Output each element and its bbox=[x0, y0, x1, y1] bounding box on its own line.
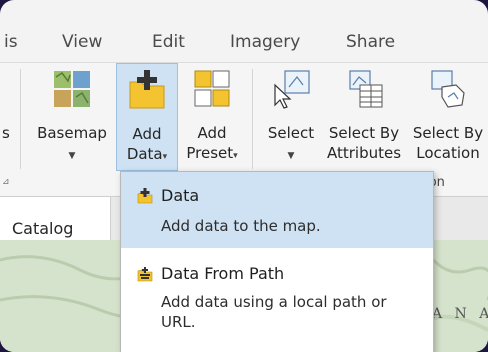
chevron-down-icon: ▾ bbox=[233, 151, 238, 161]
add-data-label-line2: Data▾ bbox=[117, 144, 177, 167]
select-by-attributes-icon bbox=[349, 70, 383, 108]
menu-item-data-description: Add data to the map. bbox=[161, 217, 321, 235]
basemap-icon bbox=[54, 71, 90, 107]
select-by-location-button[interactable]: Select By Location bbox=[408, 63, 488, 173]
add-data-dropdown: Data Add data to the map. Data From Path… bbox=[120, 171, 434, 352]
chevron-down-icon: ▾ bbox=[162, 152, 168, 162]
add-data-label: Data bbox=[126, 145, 163, 163]
basemap-label: Basemap bbox=[37, 124, 107, 142]
select-by-attributes-button[interactable]: Select By Attributes bbox=[324, 63, 404, 173]
add-data-icon bbox=[129, 70, 165, 109]
add-preset-label: Preset bbox=[186, 144, 234, 162]
tab-analysis-partial[interactable]: is bbox=[4, 32, 18, 52]
add-preset-label-line1: Add bbox=[197, 124, 227, 142]
ribbon-divider bbox=[20, 69, 21, 169]
select-caret: ▼ bbox=[260, 143, 322, 166]
partial-tool-label: s bbox=[2, 124, 10, 142]
tab-catalog[interactable]: Catalog bbox=[0, 197, 111, 241]
tab-imagery[interactable]: Imagery bbox=[230, 32, 300, 52]
ribbon-divider bbox=[252, 69, 253, 169]
map-region-label: A N A bbox=[432, 306, 488, 322]
add-data-icon bbox=[137, 188, 153, 204]
select-by-location-icon bbox=[431, 70, 465, 108]
menu-item-data-from-path-description: Add data using a local path or URL. bbox=[161, 293, 387, 331]
menu-item-data-from-path-title: Data From Path bbox=[161, 264, 285, 283]
select-by-location-label-line2: Location bbox=[416, 144, 480, 162]
select-icon bbox=[274, 70, 310, 109]
group-launcher-icon[interactable]: ⊿ bbox=[2, 177, 10, 187]
chevron-down-icon: ▼ bbox=[68, 151, 76, 161]
add-data-button[interactable]: Add Data▾ bbox=[116, 63, 178, 171]
add-data-label-line1: Add bbox=[132, 125, 162, 143]
menu-item-data-title: Data bbox=[161, 186, 200, 205]
select-by-attributes-label-line1: Select By bbox=[328, 124, 400, 142]
catalog-tab-label: Catalog bbox=[12, 219, 74, 238]
add-preset-button[interactable]: Add Preset▾ bbox=[180, 63, 244, 173]
select-by-location-label-line1: Select By bbox=[412, 124, 484, 142]
partial-tool[interactable]: s bbox=[0, 63, 14, 173]
add-preset-label-line2: Preset▾ bbox=[180, 143, 244, 166]
tab-edit[interactable]: Edit bbox=[152, 32, 185, 52]
select-by-attributes-label-line2: Attributes bbox=[326, 144, 402, 162]
select-label: Select bbox=[267, 124, 315, 142]
ribbon-tabs: is View Edit Imagery Share bbox=[0, 22, 488, 62]
select-button[interactable]: Select ▼ bbox=[260, 63, 322, 173]
menu-item-data-from-path[interactable]: Data From Path Add data using a local pa… bbox=[121, 250, 433, 352]
chevron-down-icon: ▼ bbox=[287, 151, 295, 161]
data-from-path-icon bbox=[137, 267, 153, 282]
basemap-button[interactable]: Basemap ▼ bbox=[32, 63, 112, 173]
basemap-caret: ▼ bbox=[32, 143, 112, 166]
app-window: is View Edit Imagery Share s Basemap ▼ A… bbox=[0, 0, 488, 352]
tab-view[interactable]: View bbox=[62, 32, 102, 52]
menu-item-data[interactable]: Data Add data to the map. bbox=[121, 172, 433, 248]
add-preset-icon bbox=[194, 70, 230, 107]
tab-share[interactable]: Share bbox=[346, 32, 395, 52]
